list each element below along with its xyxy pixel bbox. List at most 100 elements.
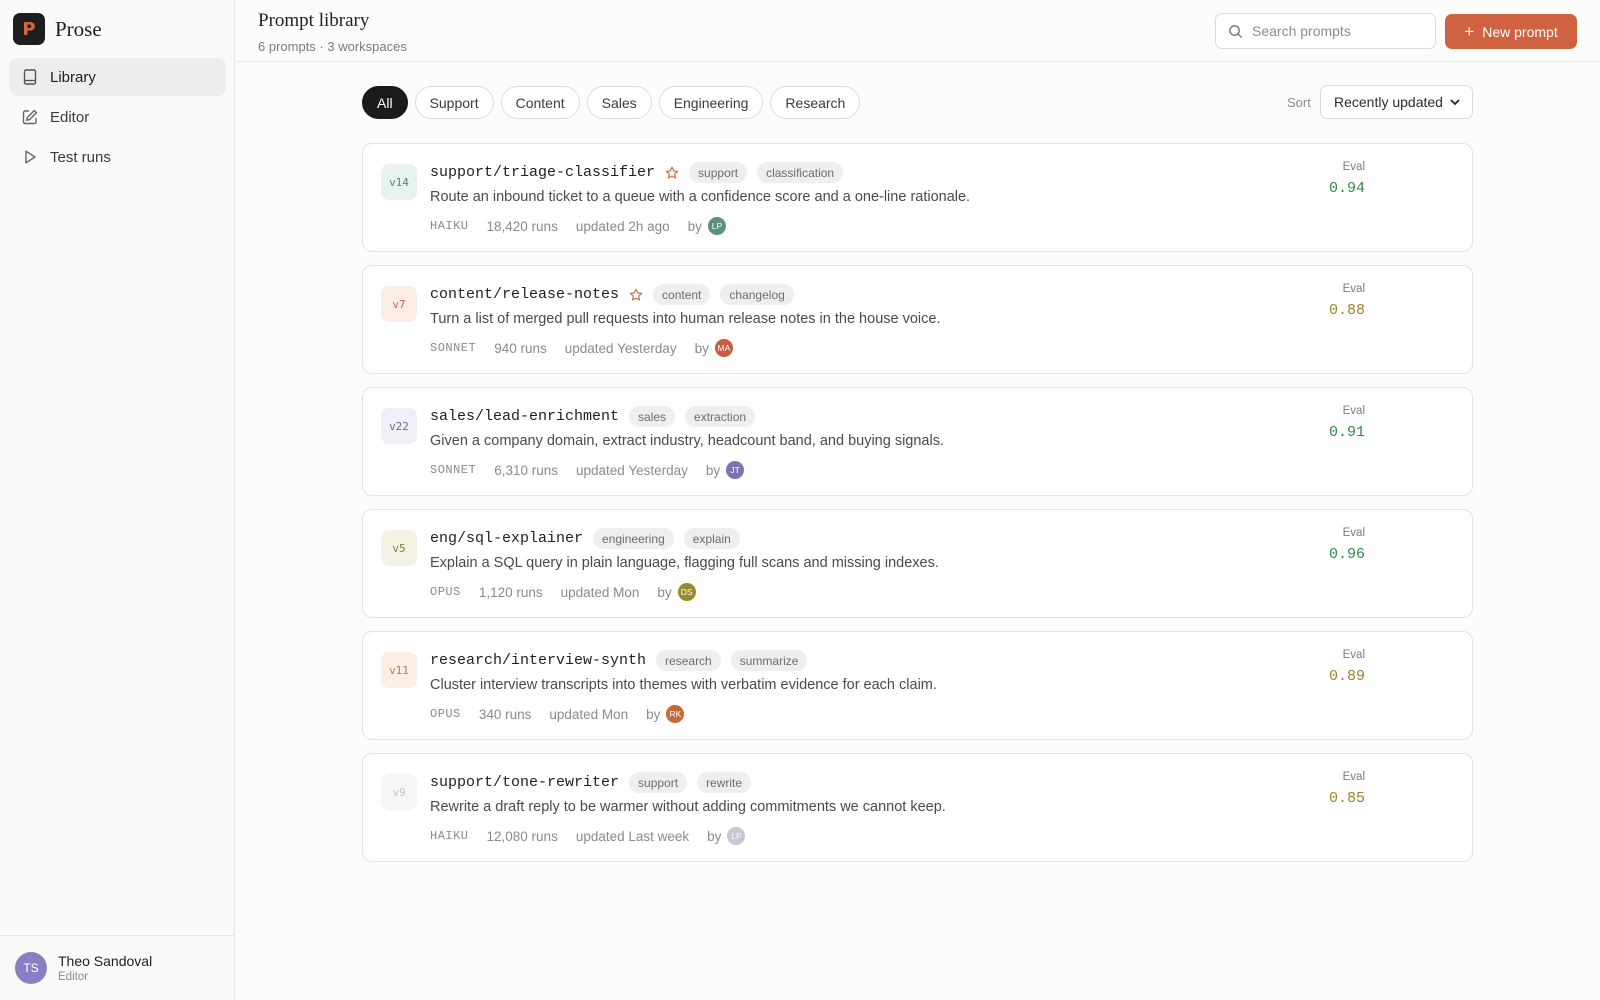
- filter-chip-sales[interactable]: Sales: [586, 86, 652, 119]
- prompt-name[interactable]: support/tone-rewriter: [430, 774, 619, 791]
- user-profile[interactable]: TS Theo Sandoval Editor: [0, 935, 235, 1000]
- page-subtitle: 6 prompts · 3 workspaces: [258, 39, 407, 54]
- search-icon: [1228, 24, 1243, 39]
- tag-badge[interactable]: content: [653, 284, 711, 305]
- tag-badge[interactable]: explain: [683, 528, 740, 549]
- model-label: SONNET: [430, 341, 477, 355]
- eval-score: 0.89: [1328, 668, 1365, 685]
- model-label: HAIKU: [430, 829, 469, 843]
- app-name: Prose: [55, 16, 102, 41]
- sidebar-item-label: Library: [50, 68, 96, 86]
- tag-badge[interactable]: changelog: [720, 284, 794, 305]
- model-label: OPUS: [430, 585, 461, 599]
- prompt-card[interactable]: v11 research/interview-synth research sum…: [362, 631, 1473, 740]
- filter-chip-engineering[interactable]: Engineering: [658, 86, 764, 119]
- model-label: OPUS: [430, 707, 461, 721]
- eval-label: Eval: [1342, 405, 1365, 417]
- search-input[interactable]: [1252, 23, 1432, 39]
- version-badge: v5: [381, 530, 417, 566]
- tag-badge[interactable]: classification: [757, 162, 844, 183]
- prompt-name[interactable]: eng/sql-explainer: [430, 530, 583, 547]
- prompt-card[interactable]: v7 content/release-notes content changelo…: [362, 265, 1473, 374]
- version-badge: v14: [381, 164, 417, 200]
- eval-score: 0.88: [1328, 302, 1365, 319]
- prompt-list: v14 support/triage-classifier support cla…: [362, 143, 1473, 875]
- eval-label: Eval: [1342, 283, 1365, 295]
- author-avatar: DS: [677, 583, 696, 601]
- version-badge: v7: [381, 286, 417, 322]
- filter-chip-support[interactable]: Support: [414, 86, 494, 119]
- prompt-meta: OPUS 1,120 runs updated Mon by DS: [430, 583, 696, 601]
- sidebar-item-library[interactable]: Library: [9, 58, 226, 96]
- sidebar-item-test-runs[interactable]: Test runs: [9, 138, 226, 176]
- prompt-meta: SONNET 940 runs updated Yesterday by MA: [430, 339, 733, 357]
- tag-badge[interactable]: support: [629, 772, 688, 793]
- prompt-name-row: content/release-notes content changelog: [430, 284, 794, 305]
- play-icon: [21, 148, 39, 166]
- eval-score: 0.96: [1328, 546, 1365, 563]
- author-by: by: [707, 828, 722, 844]
- runs-count: 940 runs: [494, 340, 547, 356]
- tag-badge[interactable]: research: [656, 650, 721, 671]
- updated-time: updated Yesterday: [564, 340, 677, 356]
- prompt-meta: HAIKU 12,080 runs updated Last week by L…: [430, 827, 746, 845]
- prompt-description: Cluster interview transcripts into theme…: [430, 677, 937, 693]
- author-avatar: MA: [714, 339, 733, 357]
- tag-badge[interactable]: engineering: [593, 528, 674, 549]
- new-prompt-button[interactable]: + New prompt: [1445, 14, 1577, 49]
- tag-badge[interactable]: rewrite: [697, 772, 752, 793]
- filter-chip-all[interactable]: All: [362, 86, 408, 119]
- prompt-name-row: sales/lead-enrichment sales extraction: [430, 406, 756, 427]
- prompt-card[interactable]: v5 eng/sql-explainer engineering explain …: [362, 509, 1473, 618]
- author-by: by: [657, 584, 672, 600]
- eval-label: Eval: [1342, 649, 1365, 661]
- tag-badge[interactable]: support: [689, 162, 748, 183]
- tag-badge[interactable]: sales: [629, 406, 676, 427]
- user-name: Theo Sandoval: [58, 953, 153, 969]
- prompt-name[interactable]: research/interview-synth: [430, 652, 646, 669]
- eval-label: Eval: [1342, 527, 1365, 539]
- version-badge: v11: [381, 652, 417, 688]
- updated-time: updated Mon: [560, 584, 640, 600]
- sidebar-item-label: Editor: [50, 108, 90, 126]
- app-logo: P: [13, 13, 45, 45]
- model-label: SONNET: [430, 463, 477, 477]
- star-icon[interactable]: [665, 166, 679, 180]
- sidebar-nav: Library Editor Test runs: [9, 58, 226, 178]
- author-by: by: [687, 218, 702, 234]
- filter-chip-research[interactable]: Research: [770, 86, 861, 119]
- runs-count: 6,310 runs: [494, 462, 559, 478]
- prompt-name[interactable]: sales/lead-enrichment: [430, 408, 619, 425]
- prompt-name[interactable]: content/release-notes: [430, 286, 619, 303]
- author-avatar: LP: [727, 827, 746, 845]
- prompt-name[interactable]: support/triage-classifier: [430, 164, 655, 181]
- prompt-card[interactable]: v22 sales/lead-enrichment sales extractio…: [362, 387, 1473, 496]
- sort-label: Sort: [1287, 95, 1311, 110]
- updated-time: updated 2h ago: [575, 218, 670, 234]
- tag-badge[interactable]: extraction: [685, 406, 756, 427]
- prompt-description: Turn a list of merged pull requests into…: [430, 311, 941, 327]
- avatar: TS: [15, 952, 47, 984]
- sidebar-item-label: Test runs: [50, 148, 111, 166]
- prompt-name-row: eng/sql-explainer engineering explain: [430, 528, 740, 549]
- eval-score: 0.91: [1328, 424, 1365, 441]
- sidebar: P Prose Library Editor Test runs TS Theo…: [0, 0, 235, 1000]
- sidebar-item-editor[interactable]: Editor: [9, 98, 226, 136]
- sort-select[interactable]: Recently updated: [1320, 85, 1473, 119]
- author-by: by: [646, 706, 661, 722]
- tag-badge[interactable]: summarize: [730, 650, 808, 671]
- search-box[interactable]: [1215, 13, 1436, 49]
- brand[interactable]: P Prose: [13, 13, 102, 45]
- pencil-square-icon: [21, 108, 39, 126]
- filter-chip-content[interactable]: Content: [500, 86, 580, 119]
- prompt-description: Explain a SQL query in plain language, f…: [430, 555, 939, 571]
- eval-label: Eval: [1342, 161, 1365, 173]
- plus-icon: +: [1464, 22, 1475, 41]
- star-icon[interactable]: [629, 288, 643, 302]
- prompt-card[interactable]: v9 support/tone-rewriter support rewrite …: [362, 753, 1473, 862]
- runs-count: 1,120 runs: [478, 584, 543, 600]
- runs-count: 18,420 runs: [486, 218, 558, 234]
- runs-count: 12,080 runs: [486, 828, 558, 844]
- prompt-card[interactable]: v14 support/triage-classifier support cla…: [362, 143, 1473, 252]
- book-icon: [21, 68, 39, 86]
